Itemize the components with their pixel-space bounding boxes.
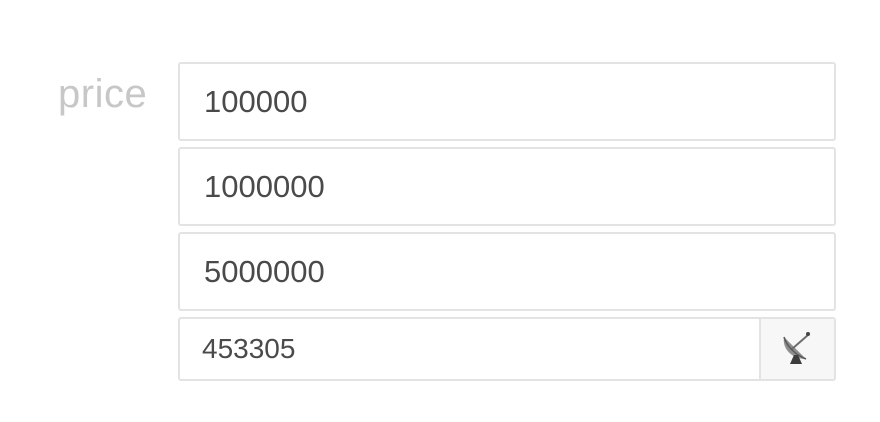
satellite-dish-icon — [778, 327, 818, 372]
price-input-2[interactable] — [178, 147, 836, 226]
fetch-price-button[interactable] — [759, 319, 834, 379]
price-inputs — [178, 62, 836, 381]
price-form-row: price — [0, 0, 880, 422]
price-input-1[interactable] — [178, 62, 836, 141]
price-input-3[interactable] — [178, 232, 836, 311]
live-price-group — [178, 317, 836, 381]
live-price-input[interactable] — [180, 319, 759, 379]
price-label: price — [58, 72, 148, 116]
